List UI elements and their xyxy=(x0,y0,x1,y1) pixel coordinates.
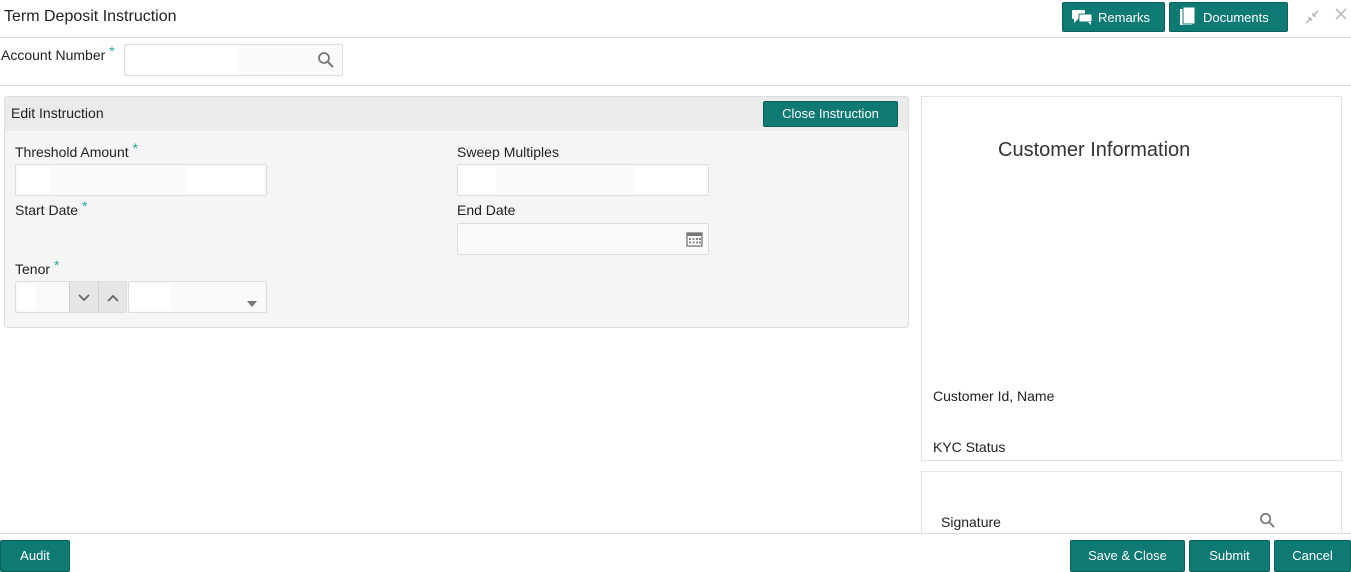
threshold-amount-label: Threshold Amount * xyxy=(15,140,139,160)
customer-information-panel: Customer Information Customer Id, Name K… xyxy=(921,96,1342,461)
tenor-value xyxy=(18,284,36,310)
chevron-down-icon xyxy=(78,293,90,301)
chevron-up-icon xyxy=(107,294,119,302)
kyc-status-label: KYC Status xyxy=(933,439,1006,455)
title-bar: Term Deposit Instruction Remarks Documen… xyxy=(0,0,1351,38)
account-row: Account Number * xyxy=(0,38,1351,86)
remarks-icon xyxy=(1072,10,1093,25)
edit-instruction-panel: Edit Instruction Close Instruction Thres… xyxy=(4,96,909,328)
tenor-number-stepper[interactable] xyxy=(15,281,127,313)
documents-button[interactable]: Documents xyxy=(1169,2,1288,32)
tenor-label: Tenor * xyxy=(15,257,60,277)
sweep-multiples-label: Sweep Multiples xyxy=(457,144,559,160)
start-date-label: Start Date * xyxy=(15,198,88,218)
tenor-decrement-button[interactable] xyxy=(69,282,98,312)
cancel-button[interactable]: Cancel xyxy=(1274,540,1351,572)
calendar-icon[interactable] xyxy=(686,231,703,252)
threshold-amount-value xyxy=(18,167,50,193)
search-icon[interactable] xyxy=(317,51,335,74)
sweep-multiples-value-tail xyxy=(634,167,706,193)
end-date-label: End Date xyxy=(457,202,516,218)
customer-information-title: Customer Information xyxy=(998,139,1191,161)
end-date-input[interactable] xyxy=(457,223,709,255)
account-number-label: Account Number * xyxy=(1,43,115,63)
edit-instruction-title: Edit Instruction xyxy=(11,105,104,121)
tenor-unit-value xyxy=(131,284,171,310)
dropdown-arrow-icon xyxy=(247,294,257,312)
tenor-unit-select[interactable] xyxy=(128,281,267,313)
threshold-amount-input[interactable] xyxy=(15,164,267,196)
close-instruction-button[interactable]: Close Instruction xyxy=(763,101,898,127)
documents-icon xyxy=(1180,6,1196,25)
audit-button[interactable]: Audit xyxy=(0,540,70,572)
edit-instruction-header: Edit Instruction Close Instruction xyxy=(5,97,908,131)
signature-search-icon[interactable] xyxy=(1259,512,1276,534)
close-icon[interactable] xyxy=(1334,7,1348,25)
remarks-label: Remarks xyxy=(1098,9,1151,25)
required-mark: * xyxy=(109,43,115,59)
required-mark: * xyxy=(132,140,139,156)
collapse-arrows-icon[interactable] xyxy=(1303,8,1321,30)
signature-label: Signature xyxy=(941,514,1001,530)
save-close-button[interactable]: Save & Close xyxy=(1070,540,1185,572)
customer-id-name-label: Customer Id, Name xyxy=(933,388,1055,404)
account-number-value xyxy=(127,47,239,73)
sweep-multiples-value xyxy=(460,167,496,193)
required-mark: * xyxy=(82,198,88,214)
account-number-input[interactable] xyxy=(124,44,343,76)
submit-button[interactable]: Submit xyxy=(1189,540,1270,572)
required-mark: * xyxy=(54,257,60,273)
threshold-amount-value-tail xyxy=(186,167,264,193)
footer-bar: Audit Save & Close Submit Cancel xyxy=(0,533,1351,572)
tenor-increment-button[interactable] xyxy=(98,282,126,312)
documents-label: Documents xyxy=(1203,9,1269,25)
sweep-multiples-input[interactable] xyxy=(457,164,709,196)
remarks-button[interactable]: Remarks xyxy=(1062,2,1165,32)
window-title: Term Deposit Instruction xyxy=(4,8,177,25)
